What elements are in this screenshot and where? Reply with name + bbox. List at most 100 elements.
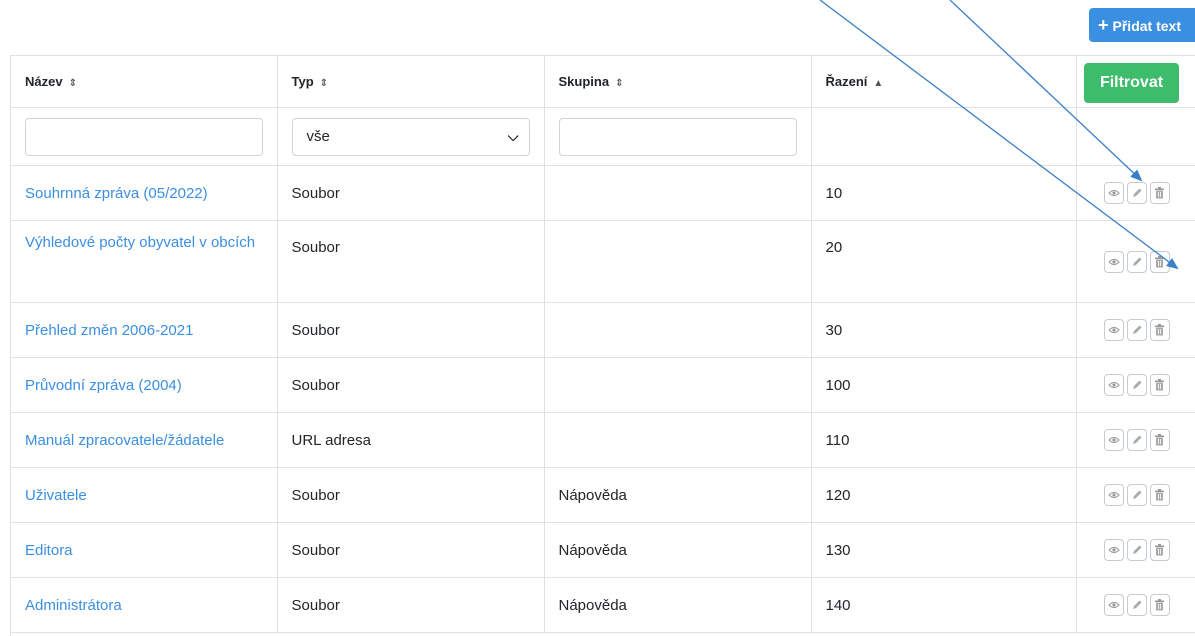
filter-action-cell	[1076, 107, 1195, 166]
cell-type: Soubor	[277, 522, 545, 578]
cell-actions	[1076, 412, 1195, 468]
row-actions	[1103, 319, 1187, 341]
edit-button[interactable]	[1126, 182, 1147, 204]
delete-button[interactable]	[1149, 319, 1170, 341]
cell-actions	[1076, 522, 1195, 578]
cell-type-text: Soubor	[291, 486, 340, 504]
sort-both-icon: ⇕	[615, 78, 624, 89]
cell-type: Soubor	[277, 467, 545, 523]
col-header-name[interactable]: Název ⇕	[11, 56, 278, 108]
edit-button[interactable]	[1126, 429, 1147, 451]
cell-actions	[1076, 467, 1195, 523]
filter-button[interactable]: Filtrovat	[1084, 63, 1179, 103]
col-header-order[interactable]: Řazení ▲	[811, 56, 1077, 108]
cell-name-text[interactable]: Manuál zpracovatele/žádatele	[25, 432, 224, 449]
table-row: Uživatele Soubor Nápověda 120	[11, 467, 1195, 523]
name-filter-input[interactable]	[25, 117, 263, 156]
cell-group	[544, 412, 812, 468]
cell-name-text[interactable]: Přehled změn 2006-2021	[25, 322, 193, 339]
trash-icon	[1154, 324, 1165, 336]
pencil-icon	[1131, 324, 1143, 336]
sort-both-icon: ⇕	[68, 78, 77, 89]
cell-type-text: URL adresa	[291, 431, 371, 449]
row-actions	[1103, 539, 1187, 561]
col-header-type[interactable]: Typ ⇕	[277, 56, 545, 108]
cell-name-text[interactable]: Souhrnná zpráva (05/2022)	[25, 185, 208, 202]
cell-name: Uživatele	[11, 467, 278, 523]
view-button[interactable]	[1103, 539, 1124, 561]
trash-icon	[1154, 599, 1165, 611]
row-actions	[1103, 250, 1187, 273]
view-button[interactable]	[1103, 429, 1124, 451]
cell-group	[544, 302, 812, 358]
cell-order: 20	[811, 220, 1077, 303]
table-row: Editora Soubor Nápověda 130	[11, 522, 1195, 578]
cell-order: 10	[811, 165, 1077, 221]
cell-name-text[interactable]: Editora	[25, 542, 73, 559]
view-button[interactable]	[1103, 594, 1124, 616]
pencil-icon	[1131, 256, 1143, 268]
cell-type: Soubor	[277, 165, 545, 221]
type-filter-select[interactable]: vše ⌵	[291, 117, 530, 156]
eye-icon	[1107, 325, 1120, 335]
cell-order-text: 30	[825, 321, 843, 339]
type-filter-value: vše	[306, 128, 330, 145]
cell-group-text: Nápověda	[558, 486, 627, 504]
view-button[interactable]	[1103, 182, 1124, 204]
delete-button[interactable]	[1149, 594, 1170, 616]
cell-order-text: 100	[825, 376, 851, 394]
edit-button[interactable]	[1126, 539, 1147, 561]
cell-type-text: Soubor	[291, 596, 340, 614]
delete-button[interactable]	[1149, 484, 1170, 506]
row-actions	[1103, 429, 1187, 451]
view-button[interactable]	[1103, 319, 1124, 341]
add-text-label: Přidat text	[1112, 18, 1181, 34]
cell-actions	[1076, 220, 1195, 303]
eye-icon	[1107, 490, 1120, 500]
order-filter-cell	[811, 107, 1077, 166]
view-button[interactable]	[1103, 374, 1124, 396]
cell-type: Soubor	[277, 220, 545, 303]
edit-button[interactable]	[1126, 319, 1147, 341]
eye-icon	[1107, 380, 1120, 390]
table-row: Souhrnná zpráva (05/2022) Soubor 10	[11, 165, 1195, 221]
edit-button[interactable]	[1126, 250, 1147, 273]
cell-name-text[interactable]: Výhledové počty obyvatel v obcích	[25, 234, 255, 251]
pencil-icon	[1131, 434, 1143, 446]
eye-icon	[1107, 257, 1120, 267]
edit-button[interactable]	[1126, 484, 1147, 506]
delete-button[interactable]	[1149, 182, 1170, 204]
view-button[interactable]	[1103, 250, 1124, 273]
group-filter-input[interactable]	[558, 117, 797, 156]
cell-order: 100	[811, 357, 1077, 413]
cell-name-text[interactable]: Administrátora	[25, 597, 122, 614]
cell-actions	[1076, 302, 1195, 358]
cell-group	[544, 165, 812, 221]
cell-name-text[interactable]: Průvodní zpráva (2004)	[25, 377, 182, 394]
delete-button[interactable]	[1149, 539, 1170, 561]
edit-button[interactable]	[1126, 594, 1147, 616]
cell-order-text: 120	[825, 486, 851, 504]
delete-button[interactable]	[1149, 429, 1170, 451]
cell-name-text[interactable]: Uživatele	[25, 487, 87, 504]
col-header-group[interactable]: Skupina ⇕	[544, 56, 812, 108]
cell-type: Soubor	[277, 577, 545, 633]
delete-button[interactable]	[1149, 374, 1170, 396]
cell-type-text: Soubor	[291, 376, 340, 394]
table-row: Administrátora Soubor Nápověda 140	[11, 577, 1195, 633]
cell-type-text: Soubor	[291, 541, 340, 559]
cell-type-text: Soubor	[291, 239, 340, 256]
cell-group: Nápověda	[544, 522, 812, 578]
cell-name: Souhrnná zpráva (05/2022)	[11, 165, 278, 221]
cell-order: 30	[811, 302, 1077, 358]
pencil-icon	[1131, 599, 1143, 611]
delete-button[interactable]	[1149, 250, 1170, 273]
eye-icon	[1107, 545, 1120, 555]
texts-table: Název ⇕ Typ ⇕ Skupina ⇕ Řazení ▲ vše ⌵ Souhrn…	[10, 55, 1195, 636]
view-button[interactable]	[1103, 484, 1124, 506]
cell-actions	[1076, 165, 1195, 221]
cell-type: URL adresa	[277, 412, 545, 468]
edit-button[interactable]	[1126, 374, 1147, 396]
add-text-button[interactable]: + Přidat text	[1089, 8, 1195, 42]
cell-order-text: 20	[825, 239, 843, 256]
